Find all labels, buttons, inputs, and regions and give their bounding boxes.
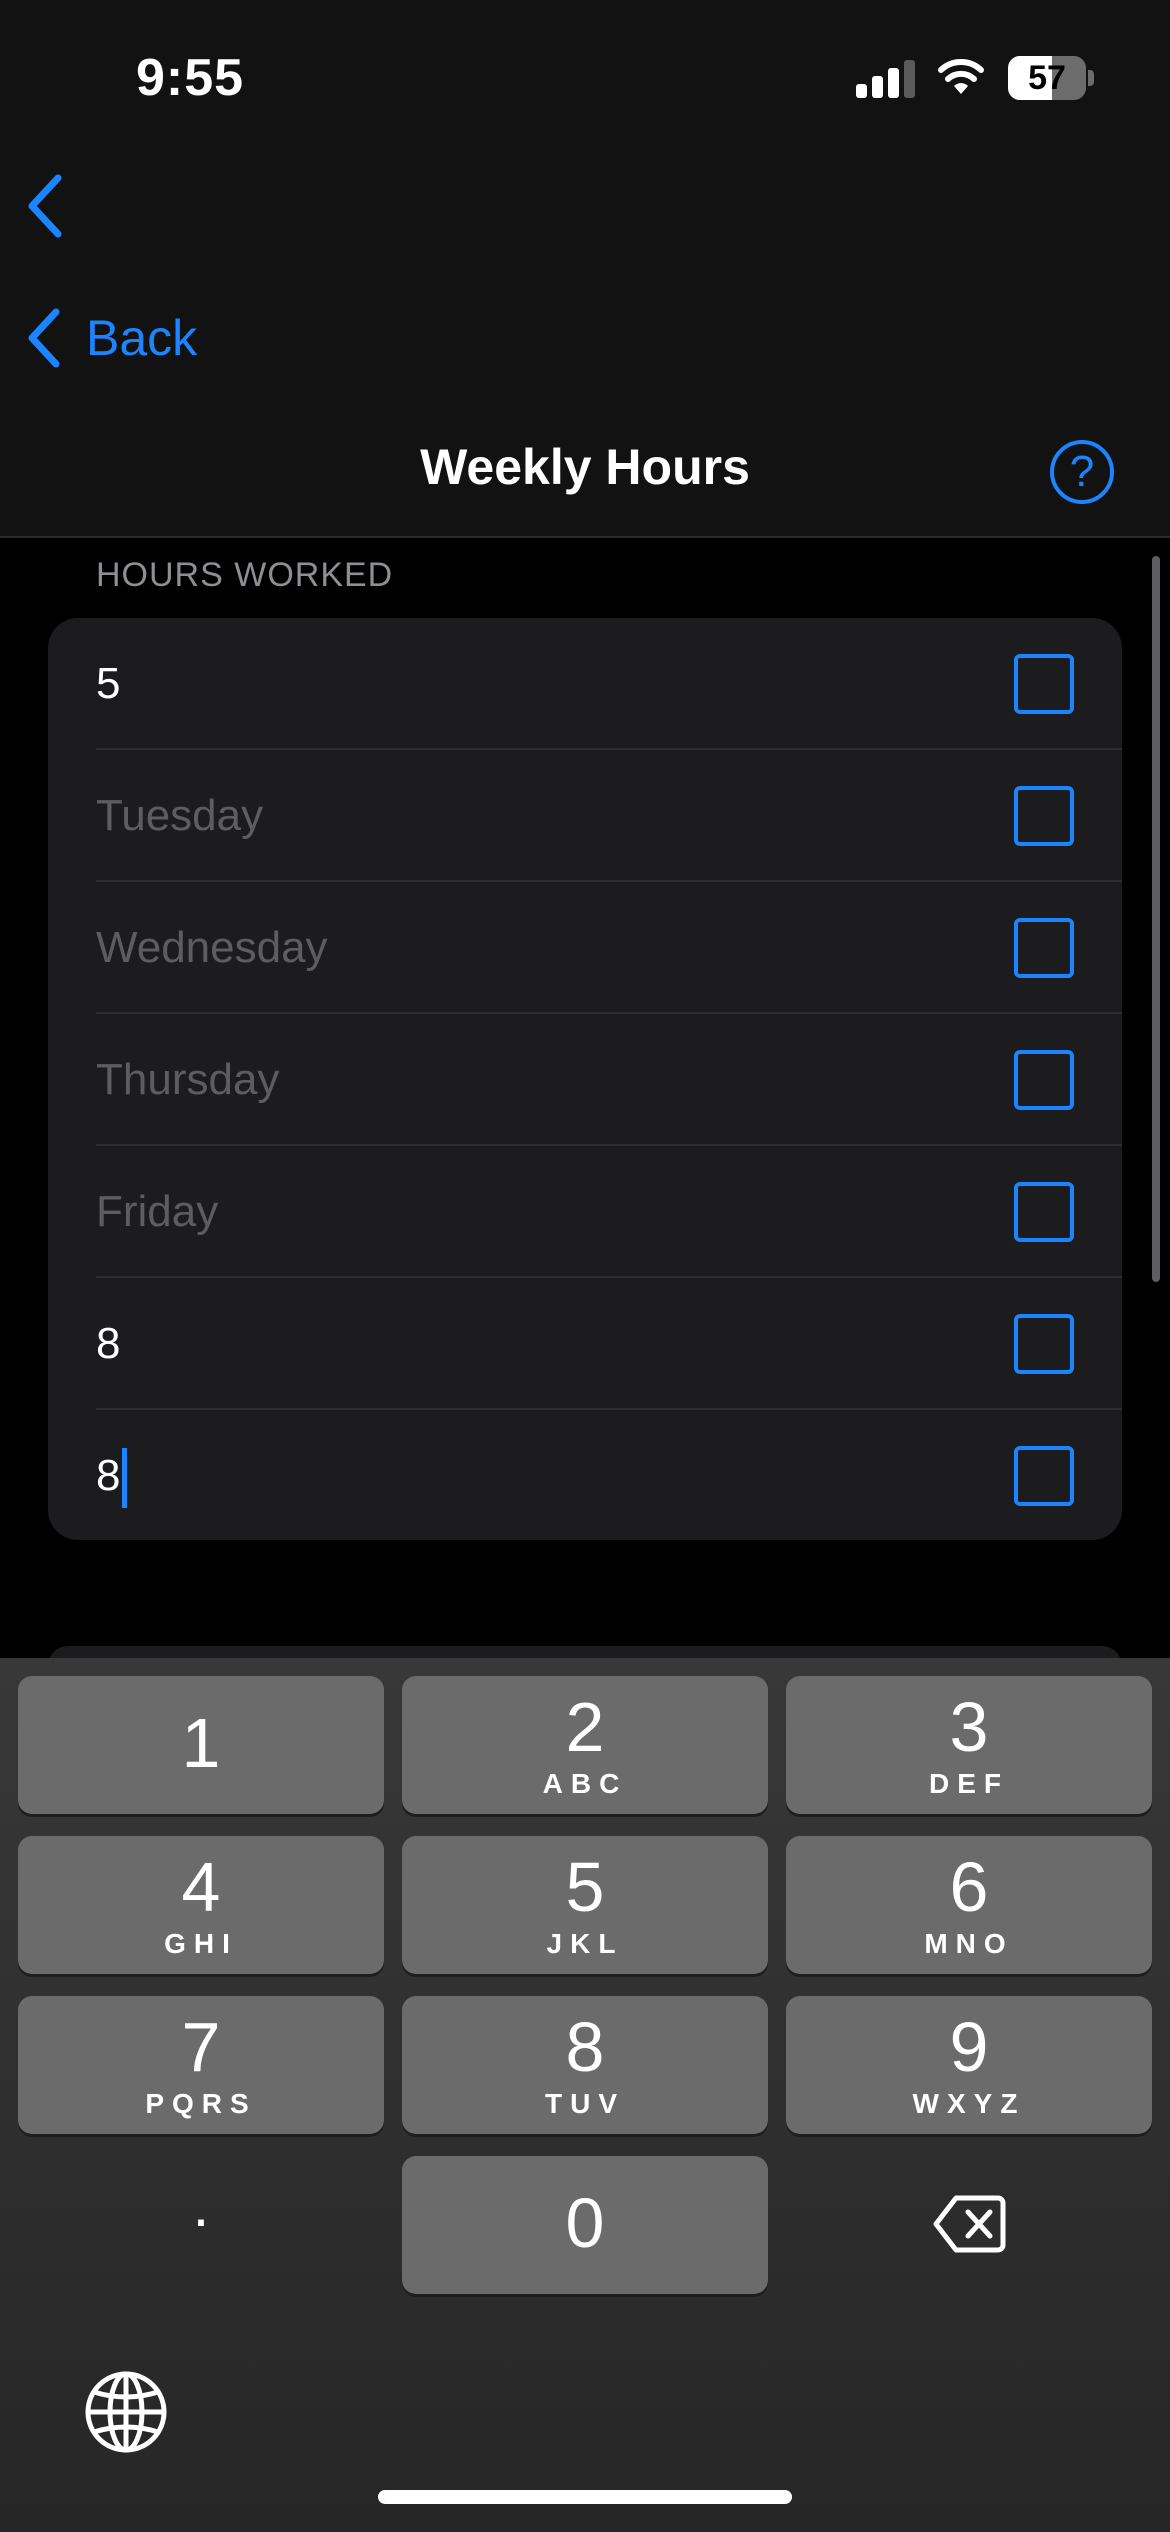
hours-row[interactable]: Wednesday [48,882,1122,1014]
key-letters: TUV [545,2088,625,2119]
checkbox[interactable] [1014,918,1074,978]
key-letters: DEF [929,1768,1009,1799]
navigation-bar: 9:55 57 Back Weekly Hours ? [0,0,1170,536]
key-letters: MNO [924,1928,1014,1959]
key-digit: 3 [949,1688,989,1766]
key-1[interactable]: 1 [18,1676,384,1814]
hours-list: 5 Tuesday Wednesday Thursday Friday 8 8 [48,618,1122,1540]
key-digit: 5 [565,1848,605,1926]
cellular-signal-icon [856,60,916,98]
key-9[interactable]: 9 WXYZ [786,1996,1152,2134]
numeric-keyboard: 1 2 ABC 3 DEF 4 GHI 5 JKL 6 MNO 7 PQRS 8… [0,1658,1170,2532]
key-digit: 0 [565,2184,605,2262]
hours-row[interactable]: 8 [48,1278,1122,1410]
battery-percentage: 57 [1028,59,1066,97]
key-4[interactable]: 4 GHI [18,1836,384,1974]
key-7[interactable]: 7 PQRS [18,1996,384,2134]
key-digit: 9 [949,2008,989,2086]
checkbox[interactable] [1014,786,1074,846]
nav-divider [0,536,1170,538]
back-button[interactable]: Back [22,302,197,374]
hours-input[interactable]: 8 [96,1278,120,1410]
key-letters: JKL [546,1928,624,1959]
hours-input[interactable]: Tuesday [96,750,263,882]
key-letters: ABC [542,1768,628,1799]
key-digit: 1 [181,1704,221,1782]
hours-input[interactable]: Thursday [96,1014,279,1146]
key-3[interactable]: 3 DEF [786,1676,1152,1814]
checkbox[interactable] [1014,654,1074,714]
key-decimal[interactable]: . [18,2156,384,2294]
delete-key[interactable] [786,2156,1152,2294]
battery-tip [1088,70,1094,86]
checkbox[interactable] [1014,1050,1074,1110]
home-indicator[interactable] [378,2490,792,2504]
key-letters: PQRS [145,2088,257,2119]
help-button[interactable]: ? [1050,440,1114,504]
hours-input[interactable]: 5 [96,618,120,750]
key-digit: 6 [949,1848,989,1926]
hours-input-value: 8 [96,1451,121,1500]
hours-input[interactable]: Friday [96,1146,218,1278]
key-2[interactable]: 2 ABC [402,1676,768,1814]
wifi-icon [938,59,984,94]
battery-icon: 57 [1008,56,1086,100]
chevron-left-icon[interactable] [22,172,70,240]
checkbox[interactable] [1014,1182,1074,1242]
key-6[interactable]: 6 MNO [786,1836,1152,1974]
text-cursor [122,1448,128,1509]
key-5[interactable]: 5 JKL [402,1836,768,1974]
chevron-left-icon [28,308,60,368]
key-digit: 2 [565,1688,605,1766]
hours-input-focused[interactable]: 8 [96,1410,128,1540]
hours-row[interactable]: Friday [48,1146,1122,1278]
backspace-icon [933,2195,1006,2253]
checkbox[interactable] [1014,1446,1074,1506]
key-digit: 8 [565,2008,605,2086]
checkbox[interactable] [1014,1314,1074,1374]
key-letters: GHI [164,1928,238,1959]
key-digit: 4 [181,1848,221,1926]
key-digit: 7 [181,2008,221,2086]
hours-row[interactable]: 8 [48,1410,1122,1540]
key-letters: WXYZ [912,2088,1026,2119]
hours-input[interactable]: Wednesday [96,882,328,1014]
hours-row[interactable]: Thursday [48,1014,1122,1146]
back-label: Back [86,310,198,366]
key-0[interactable]: 0 [402,2156,768,2294]
hours-row[interactable]: Tuesday [48,750,1122,882]
status-time: 9:55 [136,49,245,107]
hours-row[interactable]: 5 [48,618,1122,750]
scrollbar[interactable] [1152,556,1160,1282]
page-title: Weekly Hours [420,439,750,495]
globe-icon[interactable] [84,2370,168,2454]
section-header: HOURS WORKED [96,556,394,594]
key-8[interactable]: 8 TUV [402,1996,768,2134]
